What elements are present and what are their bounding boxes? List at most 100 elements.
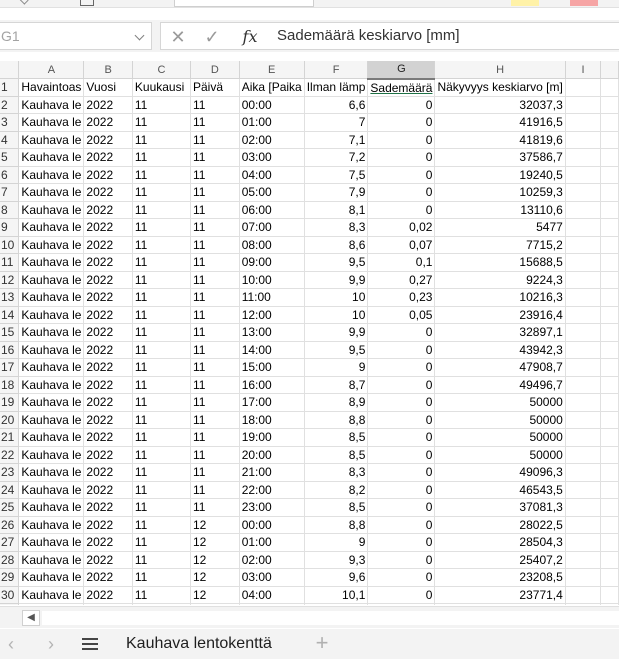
cell[interactable]: 5477	[434, 218, 566, 237]
cell[interactable]: 11	[190, 376, 240, 394]
cell[interactable]: 0	[367, 516, 436, 534]
cell[interactable]	[565, 358, 602, 377]
cell[interactable]: 2022	[83, 428, 133, 447]
row-header[interactable]: 20	[0, 411, 20, 429]
cell[interactable]	[600, 218, 619, 237]
cell[interactable]: 0	[367, 446, 436, 464]
cell[interactable]: 2022	[83, 341, 133, 359]
enter-icon[interactable]: ✓	[201, 27, 223, 47]
horizontal-scrollbar[interactable]: ◀	[0, 606, 619, 628]
cell[interactable]: 43942,3	[434, 341, 566, 359]
cell[interactable]: 0,02	[367, 218, 436, 237]
cell[interactable]	[600, 411, 619, 429]
cell[interactable]: 10:00	[239, 271, 305, 289]
row-header[interactable]: 24	[0, 481, 20, 499]
cell[interactable]: 0,07	[367, 236, 436, 254]
cell[interactable]: 9,9	[304, 271, 369, 289]
cell[interactable]: 8,6	[304, 236, 369, 254]
cell[interactable]: Kauhava le	[18, 201, 85, 219]
cell[interactable]: 9,5	[304, 341, 369, 359]
cell[interactable]: 2022	[83, 323, 133, 342]
cell[interactable]	[600, 568, 619, 587]
column-header-h[interactable]: H	[434, 61, 566, 79]
cell[interactable]: 00:00	[239, 516, 305, 534]
cell[interactable]: 11	[132, 131, 191, 149]
row-header[interactable]: 4	[0, 131, 20, 149]
cell[interactable]: 0,27	[367, 271, 436, 289]
cell[interactable]: 11	[132, 271, 191, 289]
cell[interactable]	[239, 603, 305, 605]
cell[interactable]: 46543,5	[434, 481, 566, 499]
row-header[interactable]: 31	[0, 603, 20, 605]
column-header-blank[interactable]	[600, 61, 619, 79]
row-header[interactable]: 1	[0, 78, 20, 97]
cell[interactable]: 2022	[83, 463, 133, 482]
cell[interactable]: 32037,3	[434, 96, 566, 114]
cell[interactable]: Kauhava le	[18, 113, 85, 132]
cell[interactable]: 0	[367, 498, 436, 517]
chevron-down-icon[interactable]	[134, 30, 145, 41]
cell[interactable]	[565, 533, 602, 552]
sheet-tab-active[interactable]: Kauhava lentokenttä	[108, 629, 290, 659]
row-header[interactable]: 22	[0, 446, 20, 464]
cell[interactable]: 23771,4	[434, 586, 566, 604]
cell[interactable]	[600, 551, 619, 569]
cell[interactable]	[565, 166, 602, 184]
cell[interactable]: 11	[132, 288, 191, 307]
cell[interactable]: 11	[190, 463, 240, 482]
cell[interactable]: 9	[304, 533, 369, 552]
select-all-corner[interactable]	[0, 61, 20, 79]
next-sheet-icon[interactable]: ›	[42, 634, 60, 654]
cell[interactable]: 28022,5	[434, 516, 566, 534]
cell[interactable]: 2022	[83, 376, 133, 394]
cell[interactable]: 11	[190, 306, 240, 324]
highlight-color-swatch[interactable]	[511, 0, 539, 6]
row-header[interactable]: 28	[0, 551, 20, 569]
cell[interactable]: 7,5	[304, 166, 369, 184]
cell[interactable]: 11	[190, 201, 240, 219]
cell[interactable]	[367, 603, 436, 605]
column-header-d[interactable]: D	[190, 61, 240, 79]
cell[interactable]: 8,3	[304, 218, 369, 237]
cell[interactable]	[565, 481, 602, 499]
cell[interactable]	[565, 218, 602, 237]
cell[interactable]: 9,3	[304, 551, 369, 569]
row-header[interactable]: 18	[0, 376, 20, 394]
cell[interactable]: Kauhava le	[18, 551, 85, 569]
cell[interactable]: 2022	[83, 236, 133, 254]
cell[interactable]: 08:00	[239, 236, 305, 254]
cell[interactable]: 8,7	[304, 376, 369, 394]
cell[interactable]	[565, 236, 602, 254]
cell[interactable]: 2022	[83, 131, 133, 149]
cell[interactable]: 10	[304, 288, 369, 307]
header-cell[interactable]: Aika [Paika	[239, 78, 305, 97]
cell[interactable]: 0	[367, 376, 436, 394]
cell[interactable]	[600, 446, 619, 464]
cell[interactable]: 11	[190, 428, 240, 447]
cell[interactable]: 0	[367, 533, 436, 552]
row-header[interactable]: 3	[0, 113, 20, 132]
cell[interactable]: 8,5	[304, 498, 369, 517]
cell[interactable]: 11	[132, 498, 191, 517]
cell[interactable]: 2022	[83, 218, 133, 237]
cell[interactable]: Kauhava le	[18, 498, 85, 517]
cell[interactable]: 41916,5	[434, 113, 566, 132]
cell[interactable]: 11	[132, 533, 191, 552]
column-header-f[interactable]: F	[304, 61, 369, 79]
cell[interactable]: 11	[132, 586, 191, 604]
cell[interactable]: 0	[367, 463, 436, 482]
cell[interactable]: 11	[132, 341, 191, 359]
row-header[interactable]: 25	[0, 498, 20, 517]
cell[interactable]	[565, 411, 602, 429]
cell[interactable]: 11	[190, 358, 240, 377]
cell[interactable]: 8,5	[304, 428, 369, 447]
header-cell[interactable]: Ilman lämp	[304, 78, 369, 97]
cell[interactable]	[565, 428, 602, 447]
cell[interactable]: 50000	[434, 411, 566, 429]
cell[interactable]: Kauhava le	[18, 411, 85, 429]
cell[interactable]: 11	[190, 183, 240, 202]
cell[interactable]	[600, 323, 619, 342]
cell[interactable]: Kauhava le	[18, 428, 85, 447]
cell[interactable]	[565, 463, 602, 482]
cell[interactable]: Kauhava le	[18, 463, 85, 482]
